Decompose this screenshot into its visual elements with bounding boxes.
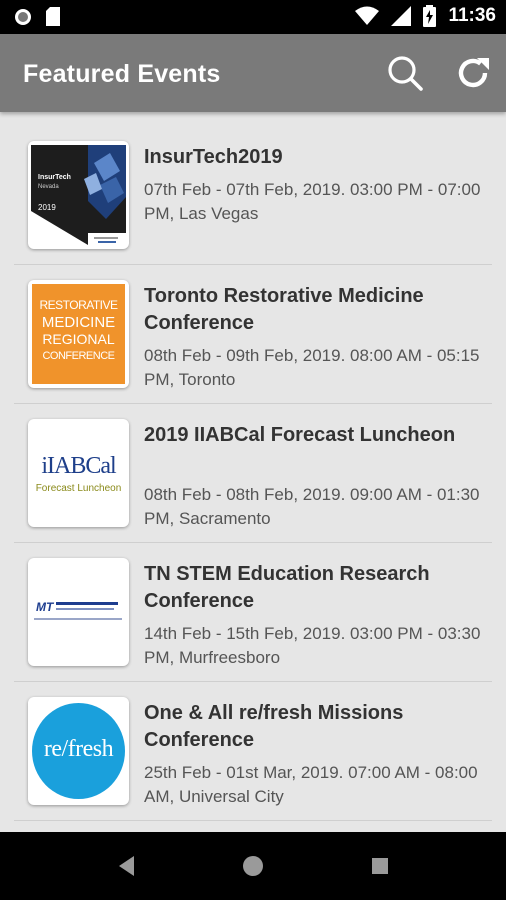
app-bar: Featured Events bbox=[0, 34, 506, 112]
event-meta: 08th Feb - 09th Feb, 2019. 08:00 AM - 05… bbox=[144, 346, 480, 389]
mtsu-header-bar bbox=[56, 602, 118, 605]
event-title: One & All re/fresh Missions Conference bbox=[144, 702, 404, 751]
event-item[interactable]: re/fresh One & All re/fresh Missions Con… bbox=[14, 682, 492, 821]
event-item[interactable]: MT TN STEM Education Research Conference… bbox=[14, 543, 492, 682]
thumb-line2: Nevada bbox=[38, 184, 59, 190]
sd-card-icon bbox=[46, 7, 60, 26]
event-title: Toronto Restorative Medicine Conference bbox=[144, 285, 424, 334]
event-thumbnail: re/fresh bbox=[28, 697, 129, 805]
insurtech-poster-icon bbox=[31, 145, 126, 245]
battery-charging-icon bbox=[423, 5, 437, 27]
status-time: 11:36 bbox=[448, 5, 496, 26]
home-icon[interactable] bbox=[242, 854, 264, 878]
thumb-year: 2019 bbox=[38, 203, 56, 212]
event-title: InsurTech2019 bbox=[144, 146, 283, 168]
event-title: TN STEM Education Research Conference bbox=[144, 563, 430, 612]
thumb-line3: REGIONAL bbox=[42, 331, 115, 347]
thumb-line1: iIABCal bbox=[41, 453, 116, 479]
mtsu-text-line bbox=[34, 618, 122, 620]
navigation-bar bbox=[0, 832, 506, 900]
event-thumbnail: MT bbox=[28, 558, 129, 666]
thumb-line1: re/fresh bbox=[43, 736, 114, 762]
restorative-logo: RESTORATIVE MEDICINE REGIONAL CONFERENCE bbox=[32, 284, 125, 384]
recents-icon[interactable] bbox=[370, 854, 390, 878]
event-item[interactable]: iIABCal Forecast Luncheon 2019 IIABCal F… bbox=[14, 404, 492, 543]
event-meta: 25th Feb - 01st Mar, 2019. 07:00 AM - 08… bbox=[144, 763, 478, 806]
thumb-line1: InsurTech bbox=[38, 174, 71, 181]
event-meta: 08th Feb - 08th Feb, 2019. 09:00 AM - 01… bbox=[144, 485, 480, 528]
thumb-line1: MT bbox=[36, 600, 54, 614]
notification-dot-icon bbox=[15, 8, 31, 25]
status-left bbox=[14, 7, 60, 26]
wifi-icon bbox=[355, 6, 380, 25]
refresh-icon[interactable] bbox=[454, 54, 492, 92]
page-title: Featured Events bbox=[23, 60, 221, 88]
event-meta: 07th Feb - 07th Feb, 2019. 03:00 PM - 07… bbox=[144, 180, 481, 223]
event-item[interactable]: InsurTech Nevada 2019 InsurTech2019 07th… bbox=[14, 126, 492, 265]
thumb-line2: Forecast Luncheon bbox=[35, 483, 122, 494]
event-title: 2019 IIABCal Forecast Luncheon bbox=[144, 424, 456, 446]
search-icon[interactable] bbox=[386, 54, 424, 92]
back-icon[interactable] bbox=[116, 854, 136, 878]
thumb-line1: RESTORATIVE bbox=[39, 298, 118, 312]
event-thumbnail: iIABCal Forecast Luncheon bbox=[28, 419, 129, 527]
status-bar: 11:36 bbox=[0, 0, 506, 34]
event-meta: 14th Feb - 15th Feb, 2019. 03:00 PM - 03… bbox=[144, 624, 481, 667]
cell-signal-icon bbox=[391, 6, 412, 26]
event-list: InsurTech Nevada 2019 InsurTech2019 07th… bbox=[14, 126, 492, 821]
event-thumbnail: RESTORATIVE MEDICINE REGIONAL CONFERENCE bbox=[28, 280, 129, 388]
status-right: 11:36 bbox=[355, 5, 496, 27]
event-item[interactable]: RESTORATIVE MEDICINE REGIONAL CONFERENCE… bbox=[14, 265, 492, 404]
mtsu-text-line bbox=[56, 608, 114, 610]
event-thumbnail: InsurTech Nevada 2019 bbox=[28, 141, 129, 249]
thumb-line2: MEDICINE bbox=[41, 314, 116, 331]
thumb-line4: CONFERENCE bbox=[42, 350, 115, 362]
